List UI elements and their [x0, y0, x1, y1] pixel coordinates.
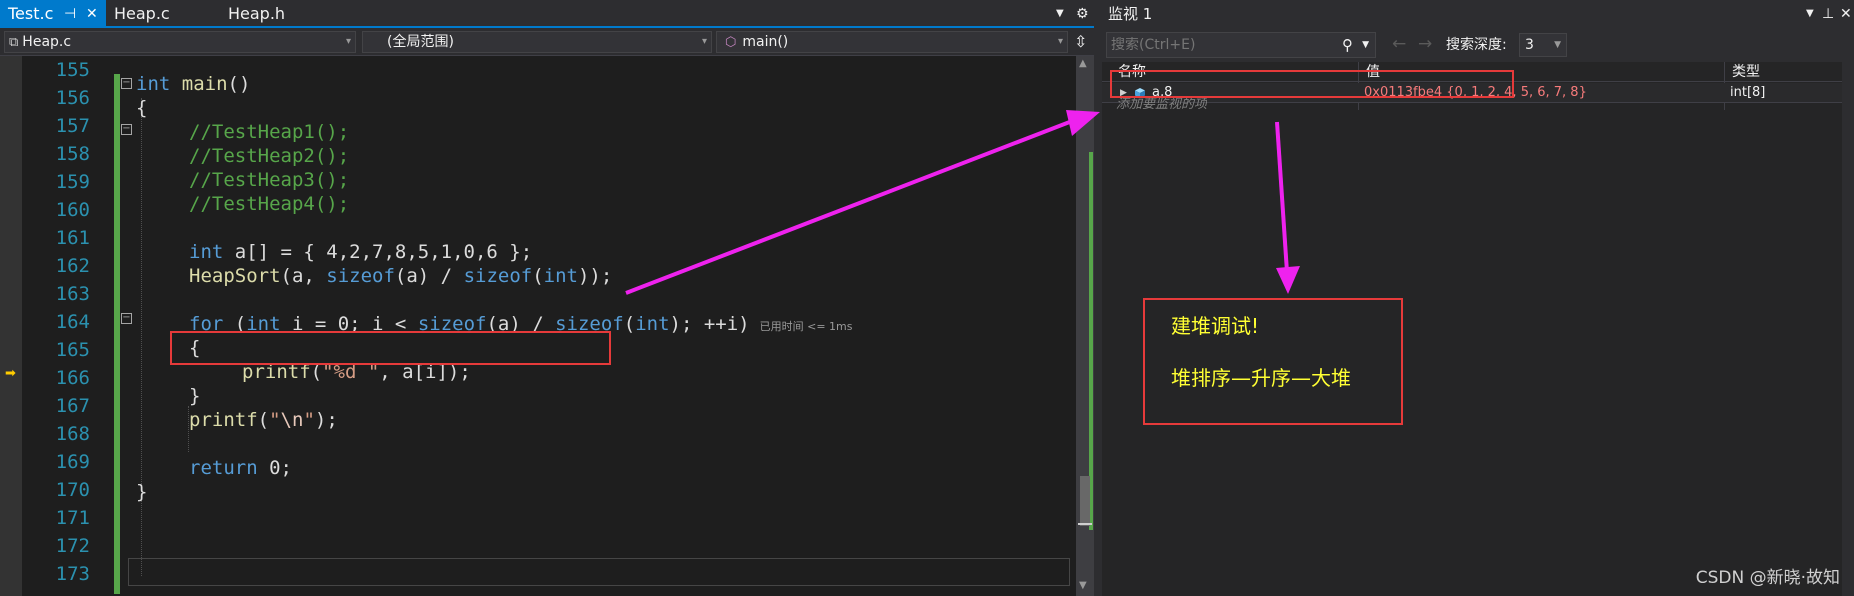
scrollbar-thumb[interactable] — [1080, 476, 1090, 526]
tab-heap-h[interactable]: Heap.h — [220, 0, 330, 28]
pin-icon[interactable]: ⊥ — [1822, 0, 1834, 28]
watch-search-input[interactable] — [1111, 37, 1331, 53]
function-cube-icon: ⬡ — [725, 35, 737, 50]
watch-grid-scrollbar[interactable] — [1842, 62, 1854, 596]
perf-tip[interactable]: 已用时间 <= 1ms — [760, 320, 853, 333]
line-number: 163 — [55, 283, 90, 305]
search-previous-icon[interactable]: ← — [1392, 34, 1406, 54]
line-number: 171 — [55, 507, 90, 529]
chevron-down-icon[interactable]: ▼ — [1362, 33, 1369, 57]
line-numbers: 155 156 157 158 159 160 161 162 163 164 … — [22, 56, 100, 596]
line-number: 159 — [55, 171, 90, 193]
function-dropdown[interactable]: ⬡ main() ▾ — [716, 31, 1068, 53]
collapse-icon[interactable]: − — [121, 313, 132, 324]
collapse-icon[interactable]: − — [121, 78, 132, 89]
scroll-caret-marker — [1078, 523, 1092, 525]
scope-dropdown-value: (全局范围) — [387, 34, 454, 50]
watch-title: 监视 1 — [1108, 5, 1153, 23]
line-number: 173 — [55, 563, 90, 585]
scroll-down-icon[interactable]: ▼ — [1079, 580, 1087, 591]
watermark: CSDN @新晓·故知 — [1695, 568, 1840, 588]
code-line-156: int main() — [136, 73, 251, 95]
tab-label: Test.c — [8, 4, 54, 23]
code-area[interactable]: ➡ 155 156 157 158 159 160 161 162 163 16… — [0, 56, 1076, 596]
code-line-161: //TestHeap4(); — [189, 193, 350, 215]
line-number: 170 — [55, 479, 90, 501]
scope-dropdown[interactable]: (全局范围) ▾ — [362, 31, 712, 53]
window-menu-dropdown-icon[interactable]: ▼ — [1806, 0, 1814, 28]
line-number: 156 — [55, 87, 90, 109]
line-number: 164 — [55, 311, 90, 333]
pin-icon[interactable]: ⊣ — [64, 0, 76, 28]
annotation-line-2: 堆排序—升序—大堆 — [1171, 366, 1351, 390]
line-number: 160 — [55, 199, 90, 221]
code-line-170: printf("\n"); — [189, 409, 338, 431]
current-statement-arrow-icon: ➡ — [5, 366, 16, 381]
watch-row-highlight-box — [1110, 70, 1514, 98]
tab-heap-c[interactable]: Heap.c — [106, 0, 216, 28]
code-line-164: HeapSort(a, sizeof(a) / sizeof(int)); — [189, 265, 613, 287]
line-number: 166 — [55, 367, 90, 389]
search-next-icon[interactable]: → — [1418, 34, 1432, 54]
function-dropdown-value: main() — [742, 34, 789, 50]
search-depth-dropdown[interactable]: 3 ▼ — [1519, 33, 1567, 57]
line-number: 168 — [55, 423, 90, 445]
chevron-down-icon: ▼ — [1554, 40, 1561, 50]
code-line-173: } — [136, 481, 148, 503]
line-number: 165 — [55, 339, 90, 361]
split-view-icon[interactable]: ⇳ — [1074, 28, 1087, 56]
gear-icon[interactable]: ⚙ — [1076, 0, 1089, 28]
watch-toolbar: ⚲ ▼ ← → 搜索深度: 3 ▼ — [1102, 28, 1854, 62]
glyph-margin[interactable]: ➡ — [0, 56, 22, 596]
project-dropdown[interactable]: ⧉ Heap.c ▾ — [4, 31, 356, 53]
code-editor[interactable]: Test.c ⊣ ✕ Heap.c Heap.h ▼ ⚙ ⧉ Heap.c ▾ (… — [0, 0, 1094, 596]
annotation-line-1: 建堆调试! — [1171, 314, 1260, 338]
collapse-icon[interactable]: − — [121, 124, 132, 135]
document-tab-strip: Test.c ⊣ ✕ Heap.c Heap.h ▼ ⚙ — [0, 0, 1094, 28]
chevron-down-icon: ▾ — [345, 36, 351, 47]
change-tracking-bar — [114, 74, 120, 594]
close-icon[interactable]: ✕ — [1840, 0, 1852, 28]
array-declaration-highlight-box — [170, 331, 611, 365]
tab-test-c[interactable]: Test.c ⊣ ✕ — [0, 0, 106, 28]
tab-list-dropdown-icon[interactable]: ▼ — [1056, 0, 1064, 28]
line-number: 162 — [55, 255, 90, 277]
add-watch-placeholder[interactable]: 添加要监视的项 — [1116, 98, 1207, 112]
line-number: 155 — [55, 59, 90, 81]
line-number: 158 — [55, 143, 90, 165]
navigation-bar: ⧉ Heap.c ▾ (全局范围) ▾ ⬡ main() ▾ ⇳ — [0, 28, 1094, 56]
line-number: 157 — [55, 115, 90, 137]
pane-splitter[interactable] — [1094, 0, 1102, 596]
line-number: 169 — [55, 451, 90, 473]
search-depth-value: 3 — [1525, 37, 1534, 53]
search-depth-label: 搜索深度: — [1446, 37, 1507, 53]
line-number: 167 — [55, 395, 90, 417]
column-header-type[interactable]: 类型 — [1726, 62, 1760, 82]
chevron-down-icon: ▾ — [1057, 36, 1063, 47]
line-number: 172 — [55, 535, 90, 557]
watch-row-type: int[8] — [1730, 85, 1766, 100]
scroll-up-icon[interactable]: ▲ — [1079, 58, 1087, 69]
close-icon[interactable]: ✕ — [86, 0, 98, 28]
search-icon[interactable]: ⚲ — [1342, 33, 1353, 57]
annotation-note-box: 建堆调试! 堆排序—升序—大堆 — [1143, 298, 1403, 425]
project-dropdown-value: Heap.c — [22, 34, 72, 50]
tab-label: Heap.c — [114, 4, 170, 23]
chevron-down-icon: ▾ — [701, 36, 707, 47]
watch-title-bar: 监视 1 ▼ ⊥ ✕ — [1102, 0, 1854, 28]
current-line-highlight — [128, 558, 1070, 586]
scroll-change-marker — [1089, 152, 1093, 530]
tab-label: Heap.h — [228, 4, 286, 23]
editor-vertical-scrollbar[interactable]: ▲ ▼ — [1076, 56, 1094, 596]
line-number: 161 — [55, 227, 90, 249]
code-line-172: return 0; — [189, 457, 292, 479]
c-file-icon: ⧉ — [9, 35, 19, 50]
watch-search-box[interactable]: ⚲ ▼ — [1106, 32, 1376, 58]
add-watch-row[interactable]: 添加要监视的项 — [1102, 98, 1854, 112]
